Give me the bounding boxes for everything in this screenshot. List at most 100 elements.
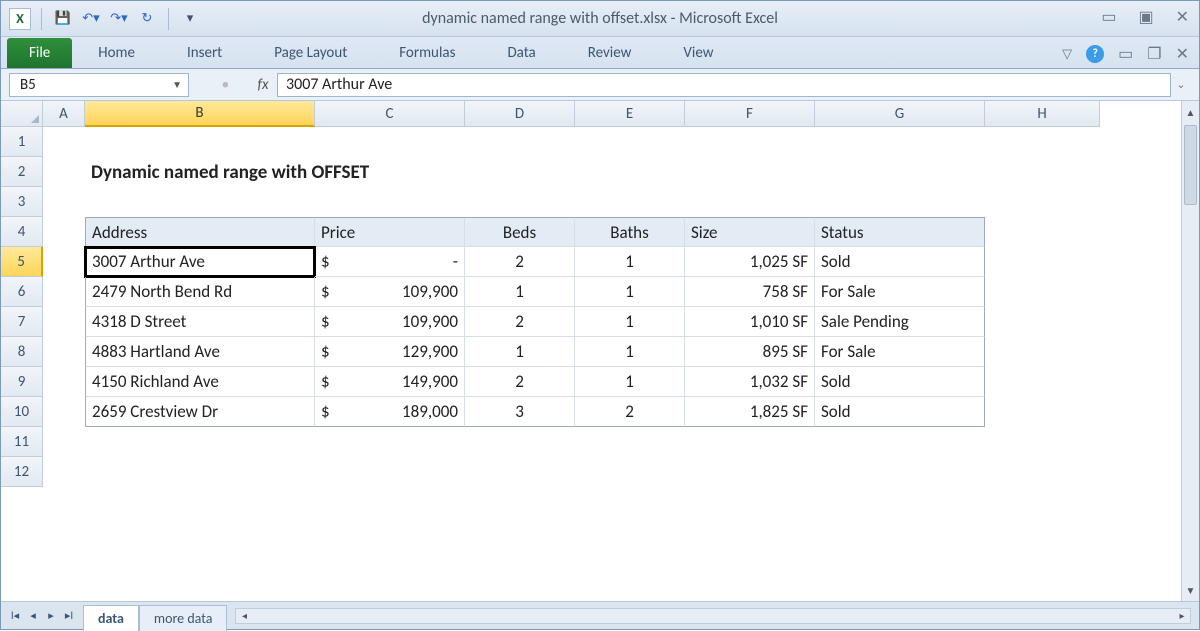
cell-baths[interactable]: 1 [575, 367, 685, 397]
header-price[interactable]: Price [315, 217, 465, 247]
column-header[interactable]: E [575, 101, 685, 127]
cell[interactable] [465, 127, 575, 157]
row-header[interactable]: 12 [1, 457, 43, 487]
undo-icon[interactable]: ↶▾ [80, 8, 102, 30]
sheet-title[interactable]: Dynamic named range with OFFSET [85, 157, 575, 187]
cell-status[interactable]: Sold [815, 247, 985, 277]
cell[interactable] [315, 187, 465, 217]
cell[interactable] [985, 427, 1100, 457]
cell[interactable] [43, 277, 85, 307]
tab-view[interactable]: View [657, 37, 739, 68]
cell-size[interactable]: 1,032 SF [685, 367, 815, 397]
cell-price[interactable]: $129,900 [315, 337, 465, 367]
cell-baths[interactable]: 1 [575, 307, 685, 337]
chevron-down-icon[interactable]: ▼ [172, 78, 182, 91]
cell[interactable] [575, 457, 685, 487]
row-header[interactable]: 9 [1, 367, 43, 397]
cell-beds[interactable]: 2 [465, 367, 575, 397]
cell[interactable] [315, 427, 465, 457]
cell-size[interactable]: 1,025 SF [685, 247, 815, 277]
cell[interactable] [575, 127, 685, 157]
row-header[interactable]: 2 [1, 157, 43, 187]
sheet-tab-data[interactable]: data [83, 605, 139, 631]
cell-baths[interactable]: 1 [575, 247, 685, 277]
column-header[interactable]: F [685, 101, 815, 127]
cell-price[interactable]: $189,000 [315, 397, 465, 427]
expand-formula-bar-icon[interactable]: ⌄ [1171, 78, 1191, 91]
header-baths[interactable]: Baths [575, 217, 685, 247]
cell[interactable] [43, 187, 85, 217]
scroll-left-icon[interactable]: ◂ [236, 609, 252, 623]
row-header[interactable]: 10 [1, 397, 43, 427]
row-header[interactable]: 5 [1, 247, 43, 277]
cell[interactable] [85, 427, 315, 457]
cell-address[interactable]: 4318 D Street [85, 307, 315, 337]
vertical-scrollbar[interactable]: ▲ ▼ [1181, 101, 1199, 601]
cell[interactable] [985, 187, 1100, 217]
close-icon[interactable]: ✕ [1176, 7, 1189, 27]
cell[interactable] [575, 157, 1100, 187]
sheet-tab-more-data[interactable]: more data [139, 605, 228, 631]
cell[interactable] [985, 277, 1100, 307]
cell[interactable] [985, 337, 1100, 367]
cell[interactable] [685, 187, 815, 217]
cell[interactable] [985, 367, 1100, 397]
column-header[interactable]: H [985, 101, 1100, 127]
scroll-right-icon[interactable]: ▸ [1174, 609, 1190, 623]
row-header[interactable]: 8 [1, 337, 43, 367]
cell-status[interactable]: Sold [815, 367, 985, 397]
cell-address[interactable]: 4883 Hartland Ave [85, 337, 315, 367]
column-header[interactable]: C [315, 101, 465, 127]
cell[interactable] [43, 337, 85, 367]
cell-status[interactable]: Sale Pending [815, 307, 985, 337]
column-header[interactable]: B [85, 101, 315, 127]
cell[interactable] [685, 457, 815, 487]
tab-insert[interactable]: Insert [161, 37, 248, 68]
cell[interactable] [465, 427, 575, 457]
doc-minimize-icon[interactable]: ▭ [1118, 44, 1133, 64]
cell-beds[interactable]: 1 [465, 337, 575, 367]
cell[interactable] [815, 187, 985, 217]
column-header[interactable]: A [43, 101, 85, 127]
cell[interactable] [43, 217, 85, 247]
cell-price[interactable]: $149,900 [315, 367, 465, 397]
cell[interactable] [985, 397, 1100, 427]
header-address[interactable]: Address [85, 217, 315, 247]
cell[interactable] [685, 127, 815, 157]
tab-formulas[interactable]: Formulas [373, 37, 481, 68]
last-sheet-icon[interactable]: ▸I [61, 609, 77, 622]
next-sheet-icon[interactable]: ▸ [43, 609, 59, 622]
cell[interactable] [43, 367, 85, 397]
cell[interactable] [985, 217, 1100, 247]
cell-beds[interactable]: 1 [465, 277, 575, 307]
row-header[interactable]: 4 [1, 217, 43, 247]
select-all-corner[interactable] [1, 101, 43, 127]
grid[interactable]: Dynamic named range with OFFSET AddressPr… [43, 127, 1181, 601]
scroll-thumb[interactable] [1184, 125, 1197, 205]
cell[interactable] [43, 457, 85, 487]
cell-beds[interactable]: 2 [465, 307, 575, 337]
cell-baths[interactable]: 1 [575, 337, 685, 367]
cell-baths[interactable]: 1 [575, 277, 685, 307]
cell-beds[interactable]: 2 [465, 247, 575, 277]
cell-status[interactable]: For Sale [815, 337, 985, 367]
doc-close-icon[interactable]: ✕ [1176, 44, 1189, 64]
cell[interactable] [685, 427, 815, 457]
header-beds[interactable]: Beds [465, 217, 575, 247]
column-header[interactable]: G [815, 101, 985, 127]
column-header[interactable]: D [465, 101, 575, 127]
cell[interactable] [815, 427, 985, 457]
row-header[interactable]: 1 [1, 127, 43, 157]
row-header[interactable]: 6 [1, 277, 43, 307]
scroll-down-icon[interactable]: ▼ [1182, 581, 1199, 599]
cell[interactable] [43, 247, 85, 277]
qat-customize-icon[interactable]: ▾ [179, 8, 201, 30]
cell[interactable] [43, 307, 85, 337]
cell[interactable] [465, 457, 575, 487]
cell-beds[interactable]: 3 [465, 397, 575, 427]
horizontal-scrollbar[interactable]: ◂ ▸ [235, 608, 1191, 624]
cell[interactable] [85, 457, 315, 487]
cell[interactable] [465, 187, 575, 217]
tab-page-layout[interactable]: Page Layout [248, 37, 373, 68]
help-icon[interactable]: ? [1086, 45, 1104, 63]
